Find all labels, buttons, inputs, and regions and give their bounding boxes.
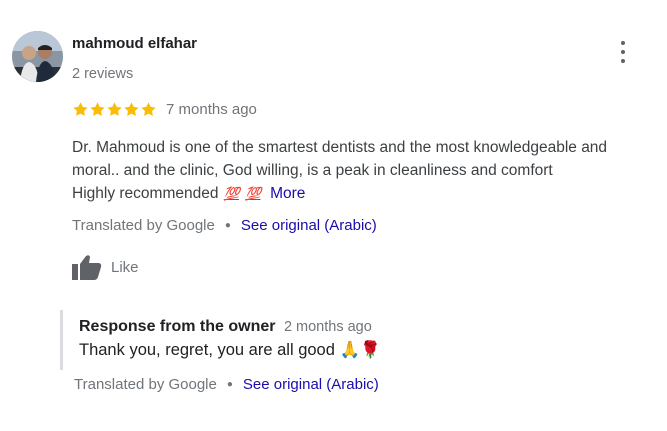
owner-response: Response from the owner 2 months ago Tha…: [60, 310, 643, 370]
more-vert-icon[interactable]: [614, 41, 632, 63]
owner-response-text-body: Thank you, regret, you are all good: [79, 341, 335, 359]
owner-translation-notice: Translated by Google ● See original (Ara…: [74, 376, 379, 393]
translated-by-label: Translated by Google: [72, 217, 215, 234]
see-original-link[interactable]: See original (Arabic): [241, 217, 377, 234]
pray-rose-icon: 🙏🌹: [339, 341, 381, 359]
star-rating: [72, 101, 157, 118]
review-text-line1: Dr. Mahmoud is one of the smartest denti…: [72, 139, 608, 156]
thumb-up-icon: [72, 255, 102, 280]
more-link[interactable]: More: [270, 185, 305, 202]
rating-row: 7 months ago: [72, 101, 257, 118]
separator-dot: ●: [224, 220, 231, 231]
star-icon: [141, 102, 156, 116]
star-icon: [90, 102, 105, 116]
like-button[interactable]: Like: [72, 254, 139, 280]
owner-response-time: 2 months ago: [283, 319, 372, 335]
star-icon: [124, 102, 139, 116]
star-icon: [107, 102, 122, 116]
hundred-points-icon: 💯: [223, 186, 240, 201]
owner-translated-by-label: Translated by Google: [74, 376, 217, 393]
separator-dot: ●: [226, 379, 233, 390]
owner-response-header: Response from the owner 2 months ago: [79, 318, 372, 336]
reviews-count: 2 reviews: [72, 66, 134, 82]
owner-response-title: Response from the owner: [79, 318, 276, 335]
review-text-line2: moral.. and the clinic, God willing, is …: [72, 162, 553, 179]
owner-response-text: Thank you, regret, you are all good 🙏🌹: [79, 341, 381, 360]
star-icon: [73, 102, 88, 116]
review-text: Dr. Mahmoud is one of the smartest denti…: [72, 136, 652, 205]
like-label: Like: [111, 258, 139, 276]
review-text-line3: Highly recommended: [72, 185, 219, 202]
author-name[interactable]: mahmoud elfahar: [72, 35, 197, 52]
review-time: 7 months ago: [166, 101, 257, 118]
owner-see-original-link[interactable]: See original (Arabic): [243, 376, 379, 393]
translation-notice: Translated by Google ● See original (Ara…: [72, 217, 377, 234]
hundred-points-icon: 💯: [245, 186, 261, 201]
avatar[interactable]: [12, 31, 63, 82]
